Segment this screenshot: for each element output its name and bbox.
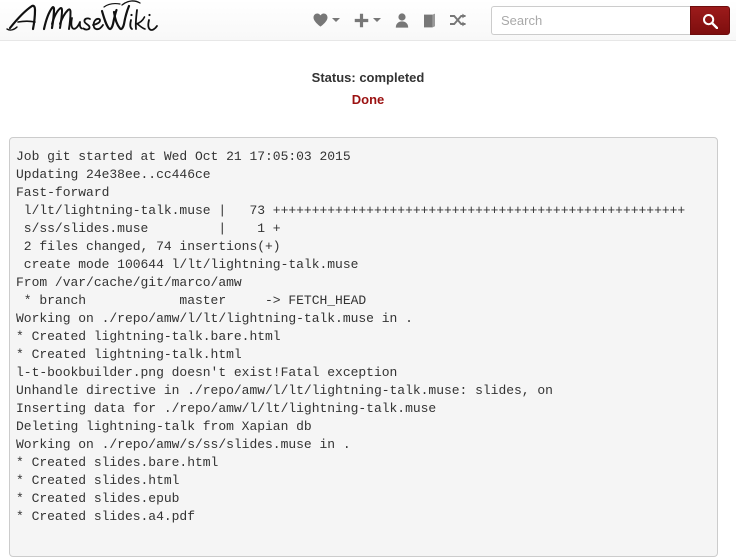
nav-create-menu[interactable] — [347, 0, 388, 40]
job-log-panel[interactable]: Job git started at Wed Oct 21 17:05:03 2… — [9, 137, 718, 557]
chevron-down-icon — [372, 18, 381, 22]
heart-icon — [313, 13, 327, 27]
nav-favorites-menu[interactable] — [306, 0, 347, 40]
plus-icon — [354, 13, 368, 27]
search-icon — [703, 13, 718, 29]
shuffle-icon — [449, 13, 466, 27]
status-area: Status: completed Done — [0, 41, 736, 108]
search-input[interactable] — [491, 6, 690, 35]
job-log-output: Job git started at Wed Oct 21 17:05:03 2… — [16, 148, 686, 524]
navbar — [0, 0, 736, 41]
nav-book-link[interactable] — [416, 0, 443, 40]
navbar-icon-group — [306, 0, 473, 40]
nav-user-menu[interactable] — [388, 0, 416, 40]
job-result-badge: Done — [351, 92, 385, 107]
chevron-down-icon — [331, 18, 340, 22]
book-icon — [423, 13, 435, 27]
search-form — [491, 6, 730, 35]
search-button[interactable] — [690, 6, 730, 35]
user-icon — [395, 12, 408, 28]
nav-random-link[interactable] — [443, 0, 473, 40]
job-status-label: Status: completed — [311, 70, 425, 85]
brand-logo-wordmark — [6, 0, 158, 31]
brand-logo[interactable] — [4, 0, 164, 42]
